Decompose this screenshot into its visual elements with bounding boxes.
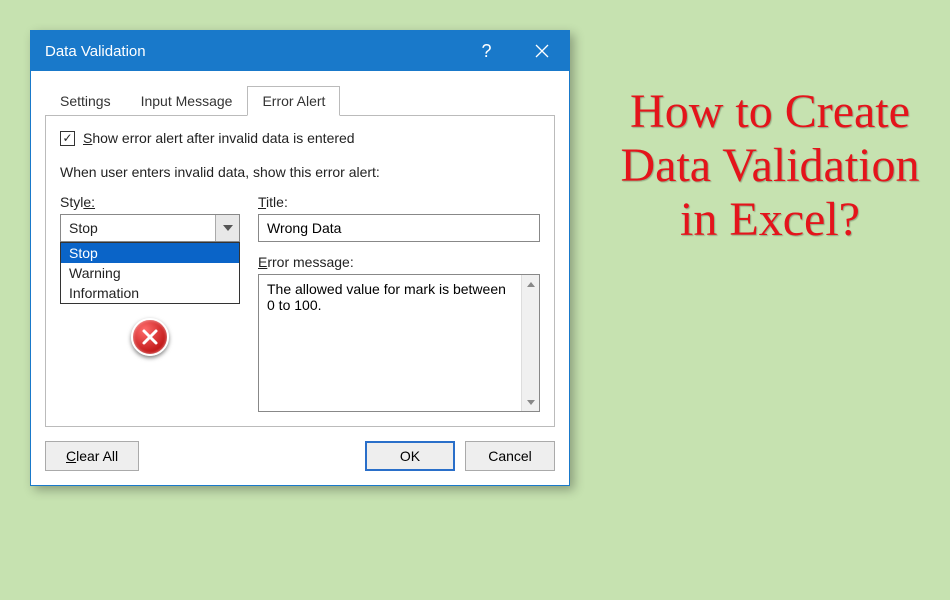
scroll-up-icon[interactable] xyxy=(522,275,539,293)
form-row: Style: Stop Stop Warning Information xyxy=(60,190,540,412)
dialog-title: Data Validation xyxy=(45,43,459,60)
close-button[interactable] xyxy=(514,31,569,71)
show-error-alert-label: Show error alert after invalid data is e… xyxy=(83,130,355,146)
dialog-button-row: Clear All OK Cancel xyxy=(31,427,569,485)
style-select-value: Stop xyxy=(61,215,215,241)
ok-button[interactable]: OK xyxy=(365,441,455,471)
title-input[interactable] xyxy=(258,214,540,242)
cancel-button[interactable]: Cancel xyxy=(465,441,555,471)
tab-strip: Settings Input Message Error Alert xyxy=(31,71,569,115)
style-label: Style: xyxy=(60,194,240,210)
style-column: Style: Stop Stop Warning Information xyxy=(60,190,240,412)
scroll-down-icon[interactable] xyxy=(522,393,539,411)
clear-all-button[interactable]: Clear All xyxy=(45,441,139,471)
headline-text: How to Create Data Validation in Excel? xyxy=(610,85,930,246)
error-alert-panel: ✓ Show error alert after invalid data is… xyxy=(45,115,555,427)
dialog-titlebar: Data Validation ? xyxy=(31,31,569,71)
show-error-alert-checkbox[interactable]: ✓ xyxy=(60,131,75,146)
style-option-information[interactable]: Information xyxy=(61,283,239,303)
error-message-wrap: The allowed value for mark is between 0 … xyxy=(258,274,540,412)
close-icon xyxy=(535,44,549,58)
tab-error-alert[interactable]: Error Alert xyxy=(247,86,340,116)
chevron-down-icon[interactable] xyxy=(215,215,239,241)
style-dropdown-list: Stop Warning Information xyxy=(60,242,240,304)
title-label: Title: xyxy=(258,194,540,210)
textarea-scrollbar[interactable] xyxy=(521,275,539,411)
error-message-label: Error message: xyxy=(258,254,540,270)
error-icon-preview xyxy=(60,318,240,356)
title-message-column: Title: Error message: The allowed value … xyxy=(258,190,540,412)
data-validation-dialog: Data Validation ? Settings Input Message… xyxy=(30,30,570,486)
tab-settings[interactable]: Settings xyxy=(45,86,126,116)
style-option-stop[interactable]: Stop xyxy=(61,243,239,263)
tab-input-message[interactable]: Input Message xyxy=(126,86,248,116)
help-button[interactable]: ? xyxy=(459,31,514,71)
style-option-warning[interactable]: Warning xyxy=(61,263,239,283)
instruction-text: When user enters invalid data, show this… xyxy=(60,164,540,180)
error-message-textarea[interactable]: The allowed value for mark is between 0 … xyxy=(259,275,521,411)
stop-error-icon xyxy=(131,318,169,356)
show-error-alert-row: ✓ Show error alert after invalid data is… xyxy=(60,130,540,146)
style-select[interactable]: Stop Stop Warning Information xyxy=(60,214,240,304)
